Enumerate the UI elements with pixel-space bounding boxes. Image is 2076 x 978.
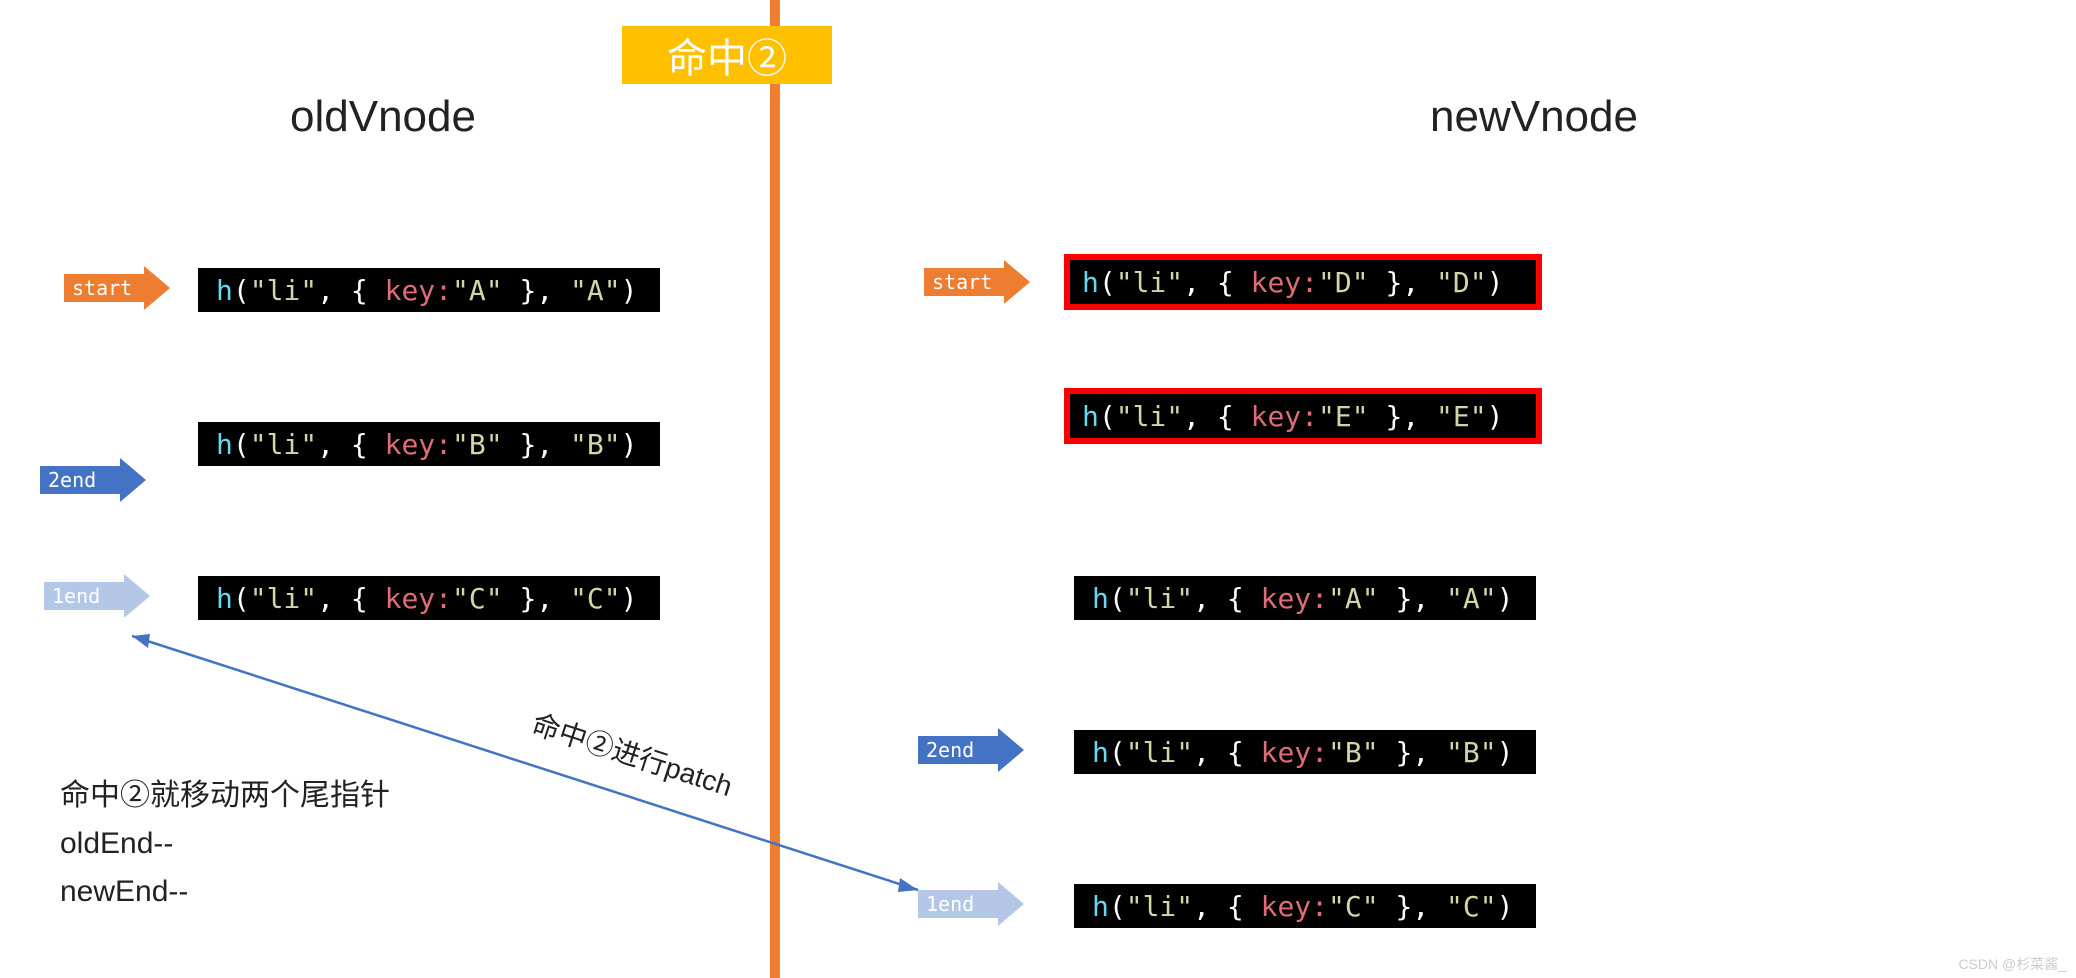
note-line-3: newEnd-- [60, 868, 390, 916]
note-block: 命中②就移动两个尾指针 oldEnd-- newEnd-- [60, 772, 390, 916]
note-line-1: 命中②就移动两个尾指针 [60, 772, 390, 820]
connector-label: 命中②进行patch [528, 708, 736, 802]
watermark: CSDN @杉菜酱_ [1958, 954, 2066, 974]
note-line-2: oldEnd-- [60, 820, 390, 868]
